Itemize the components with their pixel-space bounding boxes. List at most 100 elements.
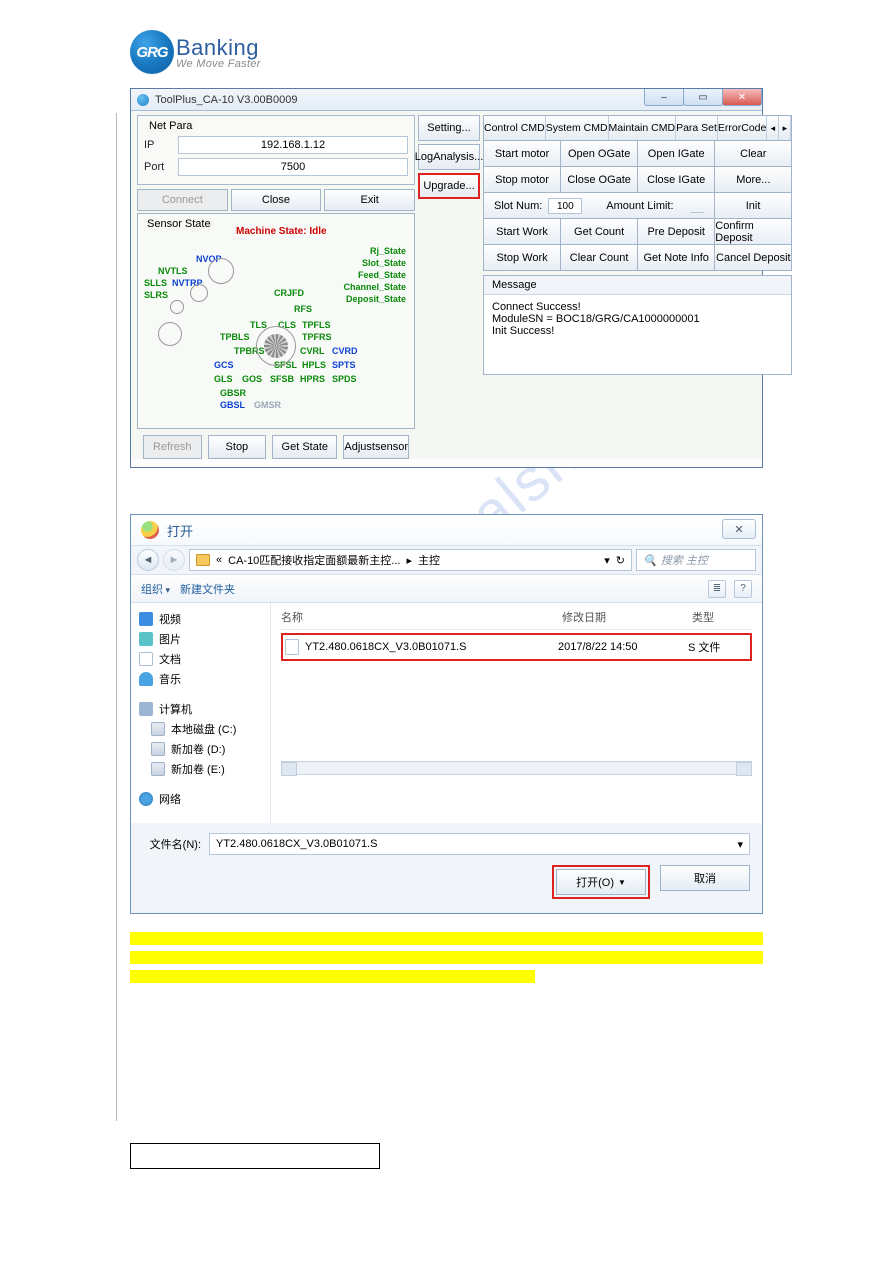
sensor-label: CVRL: [300, 346, 325, 356]
sidebar-item-pictures[interactable]: 图片: [139, 629, 262, 649]
get-state-button[interactable]: Get State: [272, 435, 337, 459]
sensor-label: TPFLS: [302, 320, 331, 330]
window-close-button[interactable]: ✕: [722, 89, 762, 106]
confirm-deposit-button[interactable]: Confirm Deposit: [715, 219, 792, 245]
tab-system-cmd[interactable]: System CMD: [546, 116, 609, 140]
stop-button[interactable]: Stop: [208, 435, 267, 459]
filename-input[interactable]: YT2.480.0618CX_V3.0B01071.S ▾: [209, 833, 750, 855]
port-value[interactable]: 7500: [178, 158, 408, 176]
more-button[interactable]: More...: [715, 167, 792, 193]
sidebar-item-documents[interactable]: 文档: [139, 649, 262, 669]
pre-deposit-button[interactable]: Pre Deposit: [638, 219, 715, 245]
sensor-label: GCS: [214, 360, 234, 370]
window-minimize-button[interactable]: –: [644, 89, 684, 106]
help-button[interactable]: ?: [734, 580, 752, 598]
get-count-button[interactable]: Get Count: [561, 219, 638, 245]
close-igate-button[interactable]: Close IGate: [638, 167, 715, 193]
breadcrumb-folder[interactable]: CA-10匹配接收指定面额最新主控...: [228, 552, 400, 568]
close-ogate-button[interactable]: Close OGate: [561, 167, 638, 193]
open-file-dialog: 打开 ✕ ◄ ► « CA-10匹配接收指定面额最新主控... ▸ 主控 ▾ ↻…: [130, 514, 763, 914]
start-work-button[interactable]: Start Work: [484, 219, 561, 245]
tab-control-cmd[interactable]: Control CMD: [484, 116, 546, 140]
amount-limit-input[interactable]: [690, 199, 704, 213]
stop-motor-button[interactable]: Stop motor: [484, 167, 561, 193]
slot-num-value[interactable]: 100: [548, 198, 582, 214]
start-motor-button[interactable]: Start motor: [484, 141, 561, 167]
app-window: ToolPlus_CA-10 V3.00B0009 – ▭ ✕ Net Para…: [130, 88, 763, 468]
clear-button[interactable]: Clear: [715, 141, 792, 167]
dialog-close-button[interactable]: ✕: [722, 519, 756, 539]
stop-work-button[interactable]: Stop Work: [484, 245, 561, 271]
open-ogate-button[interactable]: Open OGate: [561, 141, 638, 167]
diagram-shape: [170, 300, 184, 314]
sensor-label: Channel_State: [343, 282, 406, 292]
connect-button[interactable]: Connect: [137, 189, 228, 211]
cancel-deposit-button[interactable]: Cancel Deposit: [715, 245, 792, 271]
sensor-state-panel: Sensor State Machine State: Idle Rj_Stat…: [137, 213, 415, 429]
open-button[interactable]: 打开(O) ▼: [556, 869, 646, 895]
filename-dropdown-icon[interactable]: ▾: [737, 838, 743, 851]
log-analysis-button[interactable]: LogAnalysis...: [418, 144, 480, 170]
horizontal-scrollbar[interactable]: [281, 761, 752, 775]
clear-count-button[interactable]: Clear Count: [561, 245, 638, 271]
view-mode-button[interactable]: ≣: [708, 580, 726, 598]
sidebar-item-edrive[interactable]: 新加卷 (E:): [139, 759, 262, 779]
tab-scroll-left[interactable]: ◂: [767, 116, 779, 140]
highlight-line: [130, 951, 763, 964]
highlight-line: [130, 932, 763, 945]
adjust-sensor-button[interactable]: Adjustsensor: [343, 435, 409, 459]
ip-label: IP: [144, 139, 178, 151]
search-input[interactable]: 🔍 搜索 主控: [636, 549, 756, 571]
sensor-label: Slot_State: [362, 258, 406, 268]
upgrade-button[interactable]: Upgrade...: [418, 173, 480, 199]
sidebar-item-ddrive[interactable]: 新加卷 (D:): [139, 739, 262, 759]
sensor-label: Rj_State: [370, 246, 406, 256]
sensor-label: RFS: [294, 304, 312, 314]
new-folder-button[interactable]: 新建文件夹: [180, 581, 235, 597]
music-icon: [139, 672, 153, 686]
open-igate-button[interactable]: Open IGate: [638, 141, 715, 167]
ip-value[interactable]: 192.168.1.12: [178, 136, 408, 154]
exit-button[interactable]: Exit: [324, 189, 415, 211]
tab-errorcode[interactable]: ErrorCode: [718, 116, 767, 140]
refresh-icon[interactable]: ↻: [616, 554, 625, 567]
window-controls: – ▭ ✕: [645, 89, 762, 106]
window-maximize-button[interactable]: ▭: [683, 89, 723, 106]
nav-forward-button[interactable]: ►: [163, 549, 185, 571]
sidebar-item-cdrive[interactable]: 本地磁盘 (C:): [139, 719, 262, 739]
file-type: S 文件: [688, 639, 748, 655]
init-button[interactable]: Init: [715, 193, 793, 219]
sensor-label: SPTS: [332, 360, 356, 370]
tab-para-set[interactable]: Para Set: [676, 116, 718, 140]
documents-icon: [139, 652, 153, 666]
col-type[interactable]: 类型: [692, 609, 752, 625]
sidebar-item-music[interactable]: 音乐: [139, 669, 262, 689]
sensor-label: CVRD: [332, 346, 358, 356]
filename-label: 文件名(N):: [143, 836, 201, 852]
close-button[interactable]: Close: [231, 189, 322, 211]
cancel-button[interactable]: 取消: [660, 865, 750, 891]
tab-scroll-right[interactable]: ▸: [779, 116, 791, 140]
address-bar[interactable]: « CA-10匹配接收指定面额最新主控... ▸ 主控 ▾ ↻: [189, 549, 632, 571]
breadcrumb-child[interactable]: 主控: [418, 552, 440, 568]
amount-limit-label: Amount Limit:: [596, 200, 679, 212]
col-date[interactable]: 修改日期: [562, 609, 692, 625]
sidebar-item-network[interactable]: 网络: [139, 789, 262, 809]
organize-menu[interactable]: 组织: [141, 581, 170, 597]
tab-maintain-cmd[interactable]: Maintain CMD: [609, 116, 677, 140]
open-dialog-title: 打开: [167, 521, 193, 540]
file-row[interactable]: YT2.480.0618CX_V3.0B01071.S 2017/8/22 14…: [285, 637, 748, 657]
sensor-label: HPLS: [302, 360, 326, 370]
nav-back-button[interactable]: ◄: [137, 549, 159, 571]
sensor-label: GBSL: [220, 400, 245, 410]
breadcrumb-dropdown-icon[interactable]: ▾: [604, 554, 610, 567]
disk-icon: [151, 742, 165, 756]
refresh-button[interactable]: Refresh: [143, 435, 202, 459]
get-note-info-button[interactable]: Get Note Info: [638, 245, 715, 271]
col-name[interactable]: 名称: [281, 609, 562, 625]
diagram-shape: [158, 322, 182, 346]
sidebar-item-computer[interactable]: 计算机: [139, 699, 262, 719]
sidebar-item-videos[interactable]: 视频: [139, 609, 262, 629]
sensor-label: SLLS: [144, 278, 167, 288]
setting-button[interactable]: Setting...: [418, 115, 480, 141]
